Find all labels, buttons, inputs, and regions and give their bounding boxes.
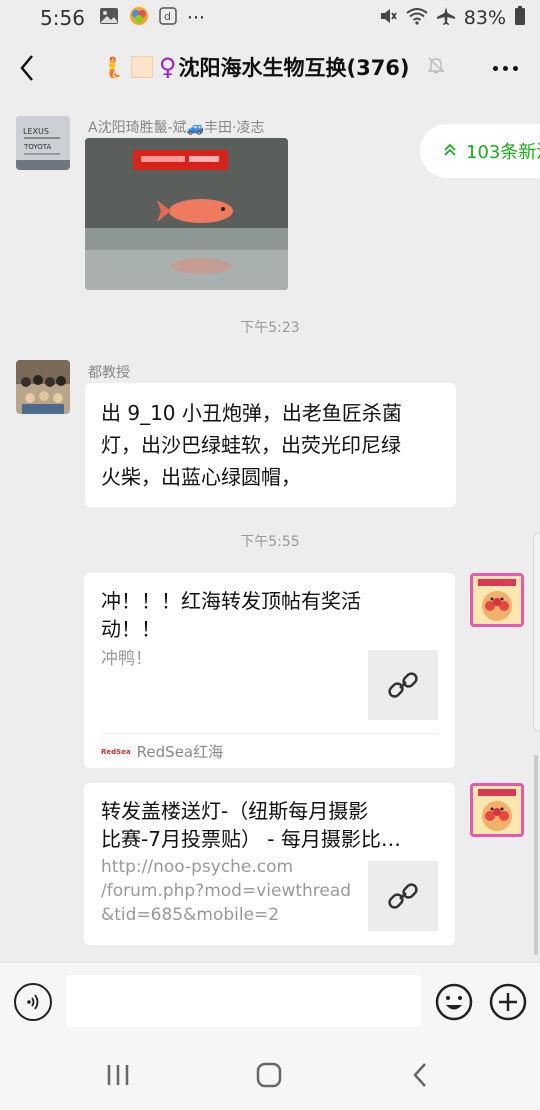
message-line: 火柴，出蓝心绿圆帽， xyxy=(101,465,301,489)
venus-symbol: ♀ xyxy=(158,53,177,81)
emoji-button[interactable] xyxy=(435,983,473,1021)
scrollbar[interactable] xyxy=(534,755,538,955)
status-time: 5:56 xyxy=(40,6,85,30)
link-title: 转发盖楼送灯-（纽斯每月摄影 比赛-7月投票贴） - 每月摄影比… xyxy=(101,799,401,851)
plus-button[interactable] xyxy=(489,983,527,1021)
message-line: 出 9_10 小丑炮弹，出老鱼匠杀菌 xyxy=(101,401,402,425)
more-button[interactable] xyxy=(493,66,518,71)
image-icon xyxy=(99,7,119,30)
link-title: 冲！！！红海转发顶帖有奖活 动！！ xyxy=(101,589,361,641)
plus-icon xyxy=(489,983,527,1021)
self-avatar[interactable] xyxy=(470,573,524,627)
home-button[interactable] xyxy=(254,1060,284,1090)
back-icon xyxy=(20,55,33,81)
link-description: http://noo-psyche.com /forum.php?mod=vie… xyxy=(101,857,352,925)
wifi-icon xyxy=(406,7,428,30)
redsea-logo: RedSea xyxy=(101,747,131,756)
link-source-label: RedSea红海 xyxy=(136,743,224,761)
timestamp: 下午5:23 xyxy=(240,320,300,336)
link-thumbnail xyxy=(368,861,438,931)
link-thumbnail xyxy=(368,650,438,720)
text-message[interactable]: 出 9_10 小丑炮弹，出老鱼匠杀菌 灯，出沙巴绿蛙软，出荧光印尼绿 火柴，出蓝… xyxy=(85,383,456,507)
voice-button[interactable] xyxy=(14,983,52,1021)
app-icon xyxy=(129,6,149,31)
divider xyxy=(101,733,438,734)
chat-title-group[interactable]: 🧜 ♀ 沈阳海水生物互换(376) xyxy=(100,52,446,82)
link-description: 冲鸭！ xyxy=(101,649,152,669)
recents-icon xyxy=(107,1065,129,1085)
sender-name: A沈阳琦胜鬣-斌🚙丰田·凌志 xyxy=(88,120,265,136)
message-input[interactable] xyxy=(66,975,421,1027)
self-avatar[interactable] xyxy=(470,783,524,837)
home-icon xyxy=(256,1062,282,1088)
emoji-placeholder xyxy=(130,56,153,78)
side-panel-handle[interactable] xyxy=(533,532,540,732)
timestamp: 下午5:55 xyxy=(240,534,300,550)
voice-icon xyxy=(27,994,39,1010)
tiktok-icon: d xyxy=(159,6,177,30)
mermaid-emoji: 🧜 xyxy=(100,55,125,79)
image-message[interactable] xyxy=(85,138,288,290)
avatar[interactable] xyxy=(16,360,70,414)
svg-text:LEXUS: LEXUS xyxy=(23,127,49,136)
status-bar: 5:56 d ··· 83% xyxy=(0,0,540,36)
input-bar xyxy=(0,962,540,1040)
new-messages-button[interactable]: 103条新消息 xyxy=(420,124,540,178)
mute-bell-icon xyxy=(426,55,446,79)
double-chevron-up-icon xyxy=(444,141,456,162)
link-card[interactable]: 转发盖楼送灯-（纽斯每月摄影 比赛-7月投票贴） - 每月摄影比… http:/… xyxy=(84,783,455,945)
link-source: RedSea RedSea红海 xyxy=(101,741,223,762)
chat-header: 🧜 ♀ 沈阳海水生物互换(376) xyxy=(0,36,540,100)
back-button[interactable] xyxy=(14,50,42,86)
link-icon xyxy=(388,672,418,698)
system-nav-bar xyxy=(0,1040,540,1110)
airplane-icon xyxy=(436,6,456,31)
mute-icon xyxy=(378,6,398,31)
svg-text:TOYOTA: TOYOTA xyxy=(23,143,52,151)
link-icon xyxy=(388,883,418,909)
emoji-icon xyxy=(435,983,473,1021)
battery-icon xyxy=(514,5,526,31)
avatar[interactable]: LEXUS TOYOTA xyxy=(16,116,70,170)
battery-percent: 83% xyxy=(463,7,506,29)
message-line: 灯，出沙巴绿蛙软，出荧光印尼绿 xyxy=(101,433,401,457)
nav-back-icon xyxy=(413,1063,426,1087)
nav-back-button[interactable] xyxy=(406,1060,436,1090)
svg-text:d: d xyxy=(164,10,171,23)
status-dots: ··· xyxy=(186,7,206,29)
page-title: 沈阳海水生物互换(376) xyxy=(178,56,410,80)
new-messages-label: 103条新消息 xyxy=(466,142,540,163)
chat-area[interactable]: LEXUS TOYOTA A沈阳琦胜鬣-斌🚙丰田·凌志 103条新消息 xyxy=(0,100,540,962)
sender-name: 都教授 xyxy=(88,365,130,381)
more-icon xyxy=(493,66,498,71)
link-card[interactable]: 冲！！！红海转发顶帖有奖活 动！！ 冲鸭！ RedSea RedSea红海 xyxy=(84,573,455,768)
recents-button[interactable] xyxy=(103,1060,133,1090)
